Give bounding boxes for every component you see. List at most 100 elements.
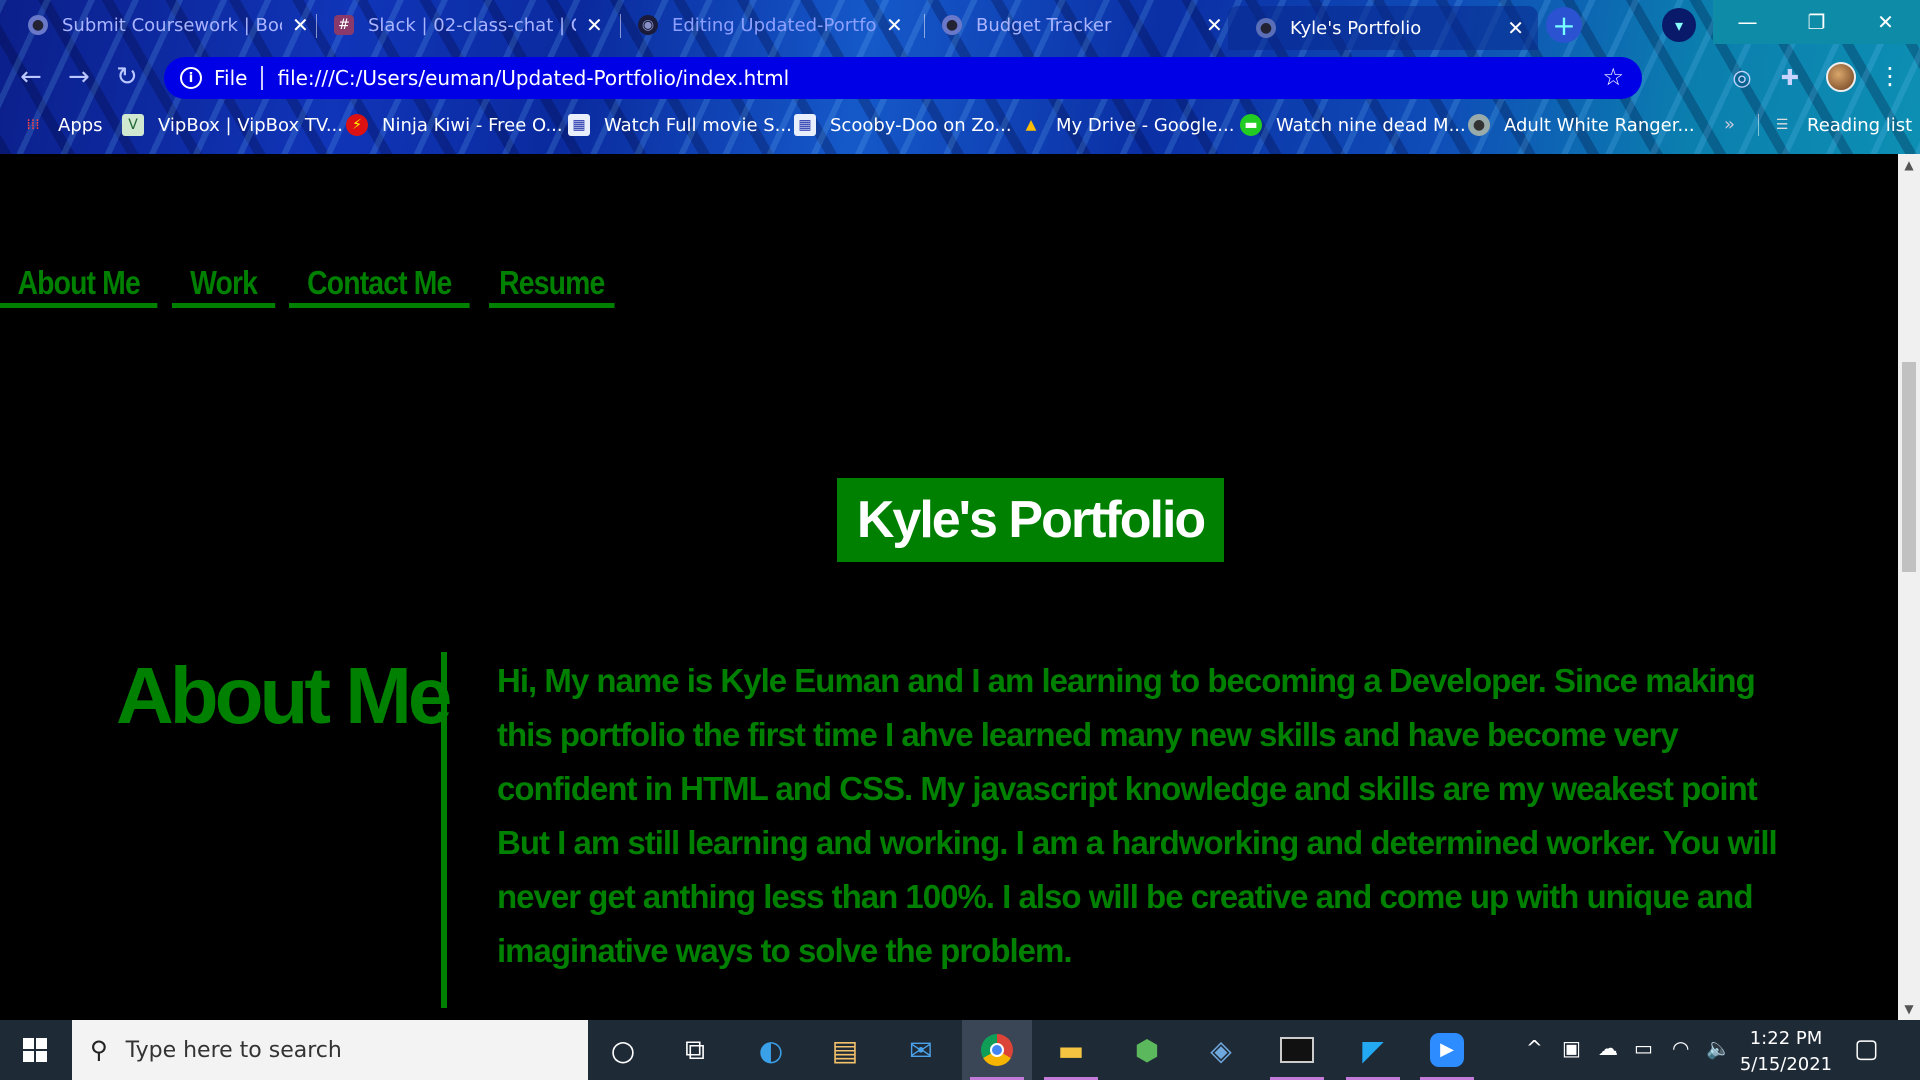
bookmark-label: Apps [58,114,103,136]
search-icon: ⚲ [90,1036,108,1064]
close-tab-icon[interactable]: ✕ [1206,13,1223,37]
file-explorer-icon[interactable]: ▬ [1036,1020,1106,1080]
tab-title: Editing Updated-Portfolio [672,14,876,36]
onedrive-icon[interactable]: ☁ [1598,1036,1618,1060]
green-site-icon: ▬ [1240,114,1262,136]
bookmark-watch-full-movie[interactable]: ▦ Watch Full movie S... [568,114,792,136]
meet-now-icon[interactable]: ▣ [1562,1036,1581,1060]
address-url[interactable]: file:///C:/Users/euman/Updated-Portfolio… [277,66,789,90]
tab-submit-coursework[interactable]: ● Submit Coursework | Boot ✕ [0,4,323,46]
close-tab-icon[interactable]: ✕ [886,13,903,37]
edge-icon[interactable]: ◐ [736,1020,806,1080]
movie-site-icon: ▦ [794,114,816,136]
bookmark-label: My Drive - Google... [1056,114,1235,136]
search-placeholder: Type here to search [125,1037,342,1063]
mail-icon[interactable]: ✉ [886,1020,956,1080]
bookmark-label: Scooby-Doo on Zo... [830,114,1012,136]
globe-icon: ● [28,15,48,35]
bookmark-label: Adult White Ranger... [1504,114,1695,136]
nav-link-work[interactable]: Work [172,262,276,308]
tab-strip: ● Submit Coursework | Boot ✕ # Slack | 0… [0,0,1920,50]
store-icon[interactable]: ▤ [810,1020,880,1080]
about-divider [441,652,447,1008]
nav-link-resume[interactable]: Resume [489,262,615,308]
forward-button[interactable]: → [68,62,90,92]
apps-grid-icon: ⁞⁞⁞ [26,117,40,133]
browser-chrome: ● Submit Coursework | Boot ✕ # Slack | 0… [0,0,1920,154]
bookmark-my-drive[interactable]: ▲ My Drive - Google... [1020,114,1235,136]
close-window-button[interactable]: ✕ [1851,0,1920,44]
mysql-workbench-icon[interactable]: ◈ [1186,1020,1256,1080]
tab-title: Submit Coursework | Boot [62,14,282,36]
site-info-icon[interactable]: i [180,67,202,89]
bookmark-star-icon[interactable]: ☆ [1602,63,1624,91]
extension-icon[interactable]: ◎ [1728,64,1756,92]
zoom-icon[interactable]: ▶ [1412,1020,1482,1080]
google-drive-icon: ▲ [1025,117,1037,133]
scroll-up-arrow-icon[interactable]: ▲ [1898,154,1920,176]
overflow-chevron-icon: » [1724,114,1736,135]
bookmark-adult-white-ranger[interactable]: ● Adult White Ranger... [1468,114,1695,136]
scroll-down-arrow-icon[interactable]: ▼ [1898,998,1920,1020]
extensions-puzzle-icon[interactable]: ✚ [1776,64,1804,92]
bookmark-vipbox[interactable]: V VipBox | VipBox TV... [122,114,343,136]
nav-link-about-me[interactable]: About Me [0,262,158,308]
tab-budget-tracker[interactable]: ● Budget Tracker ✕ [914,4,1237,46]
restore-button[interactable]: ❐ [1782,0,1851,44]
globe-icon: ● [1256,18,1276,38]
nodejs-icon[interactable]: ⬢ [1112,1020,1182,1080]
tab-title: Budget Tracker [976,14,1112,36]
windows-logo-icon [23,1038,47,1062]
reading-list-button[interactable]: ☰ Reading list [1758,114,1912,136]
movie-site-icon: ▦ [568,114,590,136]
taskbar-search[interactable]: ⚲ Type here to search [72,1020,588,1080]
bookmark-label: VipBox | VipBox TV... [158,114,343,136]
reading-list-label: Reading list [1807,114,1913,136]
reload-button[interactable]: ↻ [116,62,138,92]
minimize-button[interactable]: — [1713,0,1782,44]
address-bar[interactable]: i File file:///C:/Users/euman/Updated-Po… [164,57,1642,99]
task-view-icon[interactable]: ⧉ [660,1020,730,1080]
back-button[interactable]: ← [20,62,42,92]
close-tab-icon[interactable]: ✕ [1507,16,1524,40]
volume-icon[interactable]: 🔈 [1706,1036,1731,1060]
bookmark-ninja-kiwi[interactable]: ⚡ Ninja Kiwi - Free O... [346,114,563,136]
tab-slack[interactable]: # Slack | 02-class-chat | OSU ✕ [306,4,617,46]
tab-title: Kyle's Portfolio [1290,17,1422,39]
clock-time: 1:22 PM [1749,1028,1823,1049]
nav-link-contact-me[interactable]: Contact Me [289,262,470,308]
scroll-thumb[interactable] [1902,362,1916,572]
cortana-icon[interactable]: ○ [588,1020,658,1080]
vscode-icon[interactable]: ◤ [1338,1020,1408,1080]
tab-github-editing[interactable]: ◉ Editing Updated-Portfolio ✕ [610,4,917,46]
chrome-icon[interactable] [962,1020,1032,1080]
bookmark-scooby-doo[interactable]: ▦ Scooby-Doo on Zo... [794,114,1012,136]
close-tab-icon[interactable]: ✕ [586,13,603,37]
reading-list-icon: ☰ [1775,117,1789,133]
bookmark-label: Ninja Kiwi - Free O... [382,114,563,136]
tab-kyles-portfolio[interactable]: ● Kyle's Portfolio ✕ [1228,6,1538,50]
clock-date: 5/15/2021 [1739,1054,1833,1075]
github-icon: ◉ [638,15,658,35]
bookmark-watch-nine-dead[interactable]: ▬ Watch nine dead M... [1240,114,1466,136]
show-hidden-icons-icon[interactable]: ^ [1526,1036,1543,1060]
about-paragraph: Hi, My name is Kyle Euman and I am learn… [497,662,1778,969]
new-tab-button[interactable]: + [1546,7,1582,43]
bookmarks-overflow-button[interactable]: » [1724,114,1735,135]
clock[interactable]: 1:22 PM 5/15/2021 [1736,1026,1836,1078]
bookmark-apps[interactable]: ⁞⁞⁞ Apps [22,114,103,136]
page-viewport: About Me Work Contact Me Resume Kyle's P… [0,154,1898,1020]
wifi-icon[interactable]: ◠ [1672,1036,1689,1060]
battery-icon[interactable]: ▭ [1634,1036,1653,1060]
terminal-icon[interactable] [1262,1020,1332,1080]
menu-kebab-icon[interactable]: ⋮ [1878,62,1902,90]
globe-icon: ● [1468,114,1490,136]
notification-center-icon[interactable]: ▢ [1854,1034,1879,1064]
tab-search-button[interactable]: ▾ [1662,8,1696,42]
address-scheme: File [214,66,248,90]
bookmark-label: Watch nine dead M... [1276,114,1466,136]
page-scrollbar[interactable]: ▲ ▼ [1898,154,1920,1020]
start-button[interactable] [0,1020,70,1080]
taskbar: ⚲ Type here to search ○ ⧉ ◐ ▤ ✉ ▬ ⬢ ◈ ◤ … [0,1020,1920,1080]
profile-avatar[interactable] [1826,62,1856,92]
